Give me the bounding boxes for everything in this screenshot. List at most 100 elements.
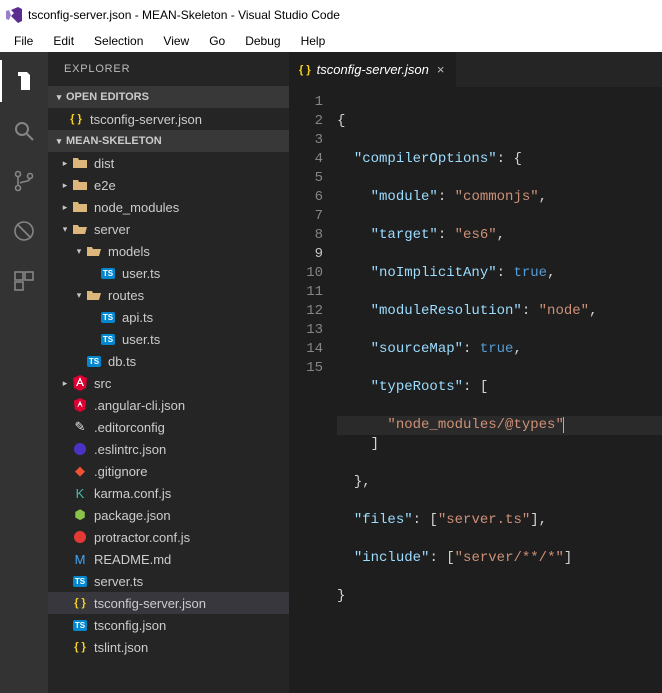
tree-label: node_modules bbox=[94, 200, 179, 215]
json-icon: { } bbox=[299, 64, 311, 76]
file-routes-api[interactable]: TSapi.ts bbox=[48, 306, 289, 328]
file-protractor[interactable]: protractor.conf.js bbox=[48, 526, 289, 548]
angular-icon bbox=[72, 397, 88, 413]
file-package[interactable]: ⬢ package.json bbox=[48, 504, 289, 526]
eslint-icon bbox=[72, 441, 88, 457]
line-number-gutter: 123456789101112131415 bbox=[289, 87, 337, 693]
folder-icon bbox=[72, 199, 88, 215]
karma-icon: K bbox=[72, 485, 88, 501]
tree-label: .angular-cli.json bbox=[94, 398, 185, 413]
chevron-down-icon: ▾ bbox=[52, 136, 66, 147]
editor-area: { } tsconfig-server.json × 1234567891011… bbox=[289, 52, 662, 693]
file-gitignore[interactable]: ◆ .gitignore bbox=[48, 460, 289, 482]
tab-label: tsconfig-server.json bbox=[317, 62, 429, 77]
file-tslint[interactable]: { }tslint.json bbox=[48, 636, 289, 658]
file-tsconfig-server[interactable]: { } tsconfig-server.json bbox=[48, 592, 289, 614]
folder-e2e[interactable]: ▸e2e bbox=[48, 174, 289, 196]
file-karma[interactable]: Kkarma.conf.js bbox=[48, 482, 289, 504]
vscode-logo-icon bbox=[6, 7, 22, 23]
folder-server[interactable]: ▾server bbox=[48, 218, 289, 240]
tree-label: src bbox=[94, 376, 111, 391]
file-server-ts[interactable]: TSserver.ts bbox=[48, 570, 289, 592]
bug-icon bbox=[12, 219, 36, 243]
tree-label: routes bbox=[108, 288, 144, 303]
open-editors-label: OPEN EDITORS bbox=[66, 91, 149, 103]
ts-icon: TS bbox=[100, 309, 116, 325]
tree-label: package.json bbox=[94, 508, 171, 523]
project-header[interactable]: ▾ MEAN-SKELETON bbox=[48, 130, 289, 152]
chevron-right-icon: ▸ bbox=[58, 180, 72, 191]
tree-label: user.ts bbox=[122, 332, 160, 347]
open-editors-header[interactable]: ▾ OPEN EDITORS bbox=[48, 86, 289, 108]
activity-extensions[interactable] bbox=[0, 260, 48, 302]
editor-tabs: { } tsconfig-server.json × bbox=[289, 52, 662, 87]
npm-icon: ⬢ bbox=[72, 507, 88, 523]
sidebar-title: EXPLORER bbox=[48, 52, 289, 86]
editor-tab-tsconfig-server[interactable]: { } tsconfig-server.json × bbox=[289, 52, 457, 87]
code-editor[interactable]: 123456789101112131415 { "compilerOptions… bbox=[289, 87, 662, 693]
tree-label: tsconfig-server.json bbox=[94, 596, 206, 611]
folder-open-icon bbox=[86, 243, 102, 259]
tree-label: README.md bbox=[94, 552, 171, 567]
chevron-down-icon: ▾ bbox=[72, 290, 86, 301]
explorer-sidebar: EXPLORER ▾ OPEN EDITORS { } tsconfig-ser… bbox=[48, 52, 289, 693]
search-icon bbox=[12, 119, 36, 143]
menu-debug[interactable]: Debug bbox=[235, 32, 290, 50]
chevron-right-icon: ▸ bbox=[58, 158, 72, 169]
ts-icon: TS bbox=[100, 265, 116, 281]
tree-label: .gitignore bbox=[94, 464, 147, 479]
json-icon: { } bbox=[68, 111, 84, 127]
file-tsconfig[interactable]: TStsconfig.json bbox=[48, 614, 289, 636]
chevron-down-icon: ▾ bbox=[58, 224, 72, 235]
close-icon[interactable]: × bbox=[435, 62, 447, 77]
tree-label: tslint.json bbox=[94, 640, 148, 655]
file-routes-user[interactable]: TSuser.ts bbox=[48, 328, 289, 350]
ts-icon: TS bbox=[86, 353, 102, 369]
menu-selection[interactable]: Selection bbox=[84, 32, 153, 50]
menu-file[interactable]: File bbox=[4, 32, 43, 50]
folder-routes[interactable]: ▾ routes bbox=[48, 284, 289, 306]
folder-node-modules[interactable]: ▸ node_modules bbox=[48, 196, 289, 218]
folder-open-icon bbox=[86, 287, 102, 303]
file-models-user[interactable]: TS user.ts bbox=[48, 262, 289, 284]
activity-debug[interactable] bbox=[0, 210, 48, 252]
code-content[interactable]: { "compilerOptions": { "module": "common… bbox=[337, 87, 662, 693]
tree-label: models bbox=[108, 244, 150, 259]
open-editor-label: tsconfig-server.json bbox=[90, 112, 202, 127]
tree-label: dist bbox=[94, 156, 114, 171]
file-db[interactable]: TS db.ts bbox=[48, 350, 289, 372]
folder-dist[interactable]: ▸ dist bbox=[48, 152, 289, 174]
file-eslintrc[interactable]: .eslintrc.json bbox=[48, 438, 289, 460]
activity-scm[interactable] bbox=[0, 160, 48, 202]
protractor-icon bbox=[72, 529, 88, 545]
file-editorconfig[interactable]: ✎.editorconfig bbox=[48, 416, 289, 438]
menu-view[interactable]: View bbox=[153, 32, 199, 50]
file-angular-cli[interactable]: .angular-cli.json bbox=[48, 394, 289, 416]
menu-edit[interactable]: Edit bbox=[43, 32, 84, 50]
open-editor-item[interactable]: { } tsconfig-server.json bbox=[48, 108, 289, 130]
folder-models[interactable]: ▾ models bbox=[48, 240, 289, 262]
window-title: tsconfig-server.json - MEAN-Skeleton - V… bbox=[28, 8, 340, 22]
chevron-right-icon: ▸ bbox=[58, 202, 72, 213]
tree-label: db.ts bbox=[108, 354, 136, 369]
markdown-icon: M bbox=[72, 551, 88, 567]
chevron-down-icon: ▾ bbox=[72, 246, 86, 257]
angular-icon bbox=[72, 375, 88, 391]
extensions-icon bbox=[12, 269, 36, 293]
menubar: File Edit Selection View Go Debug Help bbox=[0, 30, 662, 52]
file-readme[interactable]: M README.md bbox=[48, 548, 289, 570]
folder-src[interactable]: ▸src bbox=[48, 372, 289, 394]
git-icon: ◆ bbox=[72, 463, 88, 479]
activity-bar bbox=[0, 52, 48, 693]
json-icon: { } bbox=[72, 595, 88, 611]
activity-search[interactable] bbox=[0, 110, 48, 152]
menu-go[interactable]: Go bbox=[199, 32, 235, 50]
tree-label: karma.conf.js bbox=[94, 486, 171, 501]
menu-help[interactable]: Help bbox=[291, 32, 336, 50]
files-icon bbox=[13, 69, 37, 93]
file-tree: ▸ dist ▸e2e ▸ node_modules ▾server ▾ models… bbox=[48, 152, 289, 658]
tree-label: user.ts bbox=[122, 266, 160, 281]
tree-label: protractor.conf.js bbox=[94, 530, 190, 545]
activity-explorer[interactable] bbox=[0, 60, 48, 102]
tree-label: server.ts bbox=[94, 574, 143, 589]
